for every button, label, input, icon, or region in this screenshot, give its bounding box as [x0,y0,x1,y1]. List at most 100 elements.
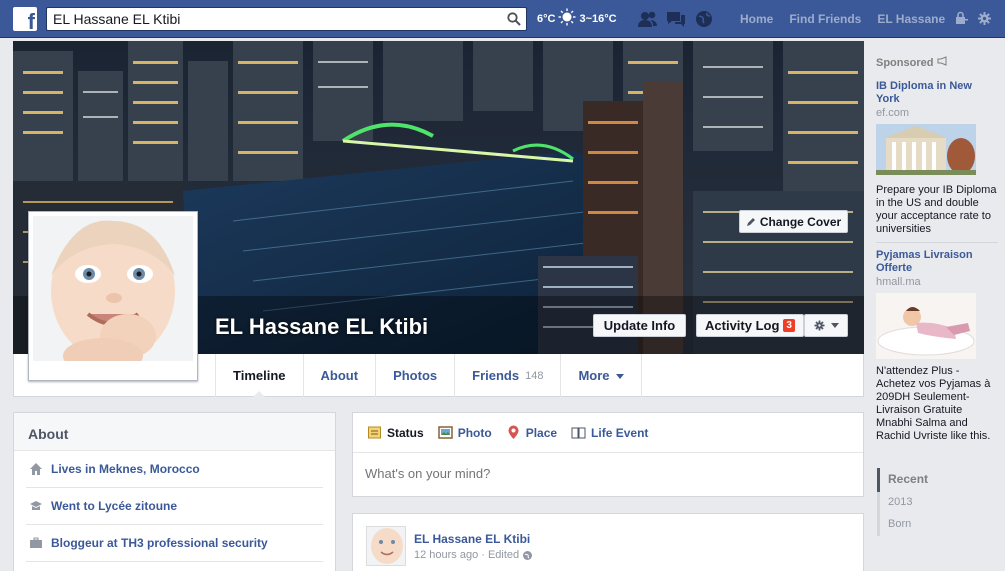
privacy-lock-icon[interactable] [954,11,969,26]
ad-1-title[interactable]: IB Diploma in New York [876,80,998,106]
activity-count-badge: 3 [783,319,795,332]
tab-timeline-label: Timeline [233,368,286,383]
ad-separator [876,242,998,243]
top-nav: Home Find Friends EL Hassane [740,12,945,26]
nav-find-friends[interactable]: Find Friends [789,12,861,26]
tab-more[interactable]: More [561,354,642,397]
composer-photo-label: Photo [457,425,492,440]
weather-range: 3~16°C [579,12,617,25]
tab-friends[interactable]: Friends 148 [455,354,562,397]
about-school-link[interactable]: Lycée zitoune [98,499,177,513]
place-pin-icon [508,425,519,439]
search-icon[interactable] [507,12,521,26]
ad-2-text[interactable]: N'attendez Plus - Achetez vos Pyjamas à … [876,365,1001,443]
tab-photos-label: Photos [393,368,438,383]
ad-2-title[interactable]: Pyjamas Livraison Offerte [876,249,998,275]
tab-more-label: More [578,368,610,383]
top-right-icons [954,11,992,26]
about-item-lives: Lives in Meknes, Morocco [26,451,323,488]
ad-1-domain[interactable]: ef.com [876,107,909,119]
composer-tab-status[interactable]: Status [367,425,424,440]
composer-status-label: Status [387,425,424,440]
about-title[interactable]: About [14,413,335,451]
ad-2-image[interactable] [876,293,976,359]
tab-about-label: About [320,368,359,383]
profile-settings-button[interactable] [804,314,848,337]
composer-place-label: Place [525,425,558,440]
year-2013[interactable]: 2013 [880,492,928,514]
avatar-baby-image [367,527,405,565]
update-info-button[interactable]: Update Info [593,314,686,337]
composer-tab-life-event[interactable]: Life Event [571,425,648,440]
activity-log-button[interactable]: Activity Log 3 [696,314,804,337]
account-gear-icon[interactable] [977,11,992,26]
tab-timeline[interactable]: Timeline [215,354,304,397]
pencil-icon [746,217,755,226]
about-item-school: Went to Lycée zitoune [26,488,323,525]
change-cover-label: Change Cover [759,214,842,229]
ad-2-domain[interactable]: hmall.ma [876,276,921,288]
year-recent[interactable]: Recent [877,468,928,492]
photo-icon [437,426,453,439]
profile-name: EL Hassane EL Ktibi [215,314,429,339]
notification-jewels [637,8,715,30]
story-meta: 12 hours ago · Edited [414,549,533,561]
about-lives-link[interactable]: Meknes, Morocco [99,462,200,476]
avatar[interactable] [366,526,406,566]
story-edited[interactable]: · Edited [481,549,519,561]
nav-home[interactable]: Home [740,12,773,26]
story-time[interactable]: 12 hours ago [414,549,478,561]
sponsored-heading: Sponsored [876,56,949,69]
status-note-icon [368,426,381,439]
top-bar: f 6°C 3~16°C Home Find Friends EL Hassan… [0,0,1005,38]
sponsored-label: Sponsored [876,57,934,69]
public-globe-icon[interactable] [522,550,533,561]
ad-2-pyjamas-image [876,293,976,359]
friend-requests-icon[interactable] [637,8,659,30]
about-school-prefix: Went to [51,499,95,513]
facebook-logo-icon[interactable]: f [13,7,37,34]
weather-now: 6°C [537,12,556,25]
timeline-story: EL Hassane EL Ktibi 12 hours ago · Edite… [352,513,864,571]
notifications-globe-icon[interactable] [693,8,715,30]
chevron-down-icon [615,373,624,383]
ad-1-building-image [876,124,976,175]
gear-icon [814,320,824,331]
briefcase-icon [30,537,42,548]
composer-life-event-label: Life Event [591,425,649,440]
activity-log-label: Activity Log [705,318,780,333]
about-card: About Lives in Meknes, Morocco Went to L… [13,412,336,571]
ad-1-text[interactable]: Prepare your IB Diploma in the US and do… [876,184,1001,236]
search-box[interactable] [46,7,527,31]
home-icon [30,463,42,475]
story-author[interactable]: EL Hassane EL Ktibi [414,532,530,546]
search-input[interactable] [53,10,493,28]
weather-widget: 6°C 3~16°C [537,8,617,26]
friends-count: 148 [525,369,544,382]
composer-tab-photo[interactable]: Photo [437,425,492,440]
about-lives-prefix: Lives in [51,462,96,476]
about-work-prefix: Bloggeur at [51,536,118,550]
ad-1-image[interactable] [876,124,976,175]
timeline-years-nav: Recent 2013 Born [877,468,928,536]
profile-picture[interactable] [28,211,198,381]
year-born[interactable]: Born [880,514,928,536]
baby-photo-image [33,216,193,376]
life-event-book-icon [571,427,586,439]
messages-icon[interactable] [665,8,687,30]
tab-about[interactable]: About [304,354,377,397]
status-input[interactable] [365,466,845,481]
about-work-link[interactable]: TH3 professional security [121,536,268,550]
composer-tab-place[interactable]: Place [506,425,557,440]
change-cover-button[interactable]: Change Cover [739,210,848,233]
right-sidebar: Sponsored IB Diploma in New York ef.com … [864,38,1005,571]
chevron-down-icon [830,322,839,328]
tab-friends-label: Friends [472,368,520,383]
about-item-work: Bloggeur at TH3 professional security [26,525,323,562]
sun-icon [558,8,576,26]
status-composer: Status Photo Place Life Event [352,412,864,497]
tab-photos[interactable]: Photos [376,354,456,397]
megaphone-icon [937,56,947,66]
nav-profile[interactable]: EL Hassane [877,12,945,26]
school-icon [30,501,42,510]
